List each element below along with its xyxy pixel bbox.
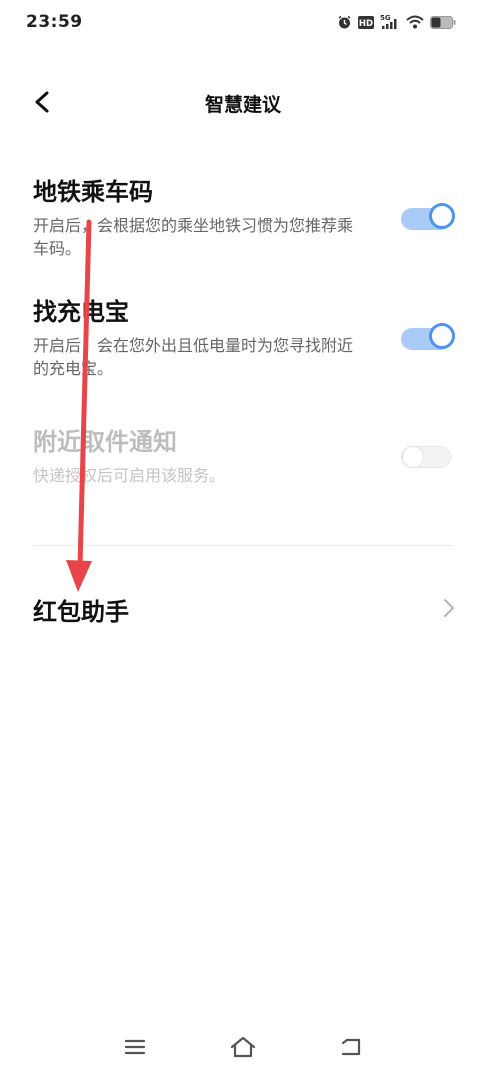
setting-description: 快递授权后可启用该服务。 <box>33 466 226 485</box>
signal-5g-icon: 5G <box>380 14 400 30</box>
wifi-icon <box>406 15 424 29</box>
toggle-knob <box>402 446 424 468</box>
menu-button[interactable] <box>117 1032 153 1062</box>
pickup-notice-toggle[interactable] <box>401 446 451 468</box>
toggle-knob <box>429 203 455 229</box>
battery-icon <box>430 15 456 29</box>
setting-metro-code: 地铁乘车码 开启后，会根据您的乘坐地铁习惯为您推荐乘车码。 <box>33 176 463 260</box>
toggle-knob <box>429 323 455 349</box>
setting-title: 附近取件通知 <box>33 428 177 456</box>
hd-icon: HD <box>358 15 374 29</box>
status-time: 23:59 <box>26 12 83 32</box>
chevron-right-icon <box>443 598 455 622</box>
nav-row-label: 红包助手 <box>33 598 129 626</box>
divider <box>33 545 453 546</box>
status-icons: HD 5G <box>337 12 456 32</box>
title-bar: 智慧建议 <box>0 80 486 124</box>
status-bar: 23:59 HD 5G <box>0 0 486 44</box>
metro-code-toggle[interactable] <box>401 203 455 230</box>
svg-text:5G: 5G <box>380 14 391 22</box>
setting-description: 开启后，会根据您的乘坐地铁习惯为您推荐乘车码。 <box>33 216 354 258</box>
power-bank-toggle[interactable] <box>401 323 455 350</box>
return-button[interactable] <box>333 1032 369 1062</box>
home-icon <box>230 1036 256 1058</box>
setting-power-bank: 找充电宝 开启后，会在您外出且低电量时为您寻找附近的充电宝。 <box>33 296 463 380</box>
setting-title: 地铁乘车码 <box>33 178 153 206</box>
return-icon <box>341 1038 361 1056</box>
setting-description: 开启后，会在您外出且低电量时为您寻找附近的充电宝。 <box>33 336 354 378</box>
menu-icon <box>124 1039 146 1055</box>
bottom-navigation-bar <box>0 1020 486 1080</box>
svg-text:HD: HD <box>359 19 373 29</box>
page-title: 智慧建议 <box>204 94 281 116</box>
setting-pickup-notice: 附近取件通知 快递授权后可启用该服务。 <box>33 426 463 487</box>
setting-title: 找充电宝 <box>33 298 129 326</box>
home-button[interactable] <box>225 1032 261 1062</box>
alarm-icon <box>337 15 352 30</box>
annotation-arrow <box>66 219 92 592</box>
red-packet-assistant-row[interactable]: 红包助手 <box>33 590 455 626</box>
